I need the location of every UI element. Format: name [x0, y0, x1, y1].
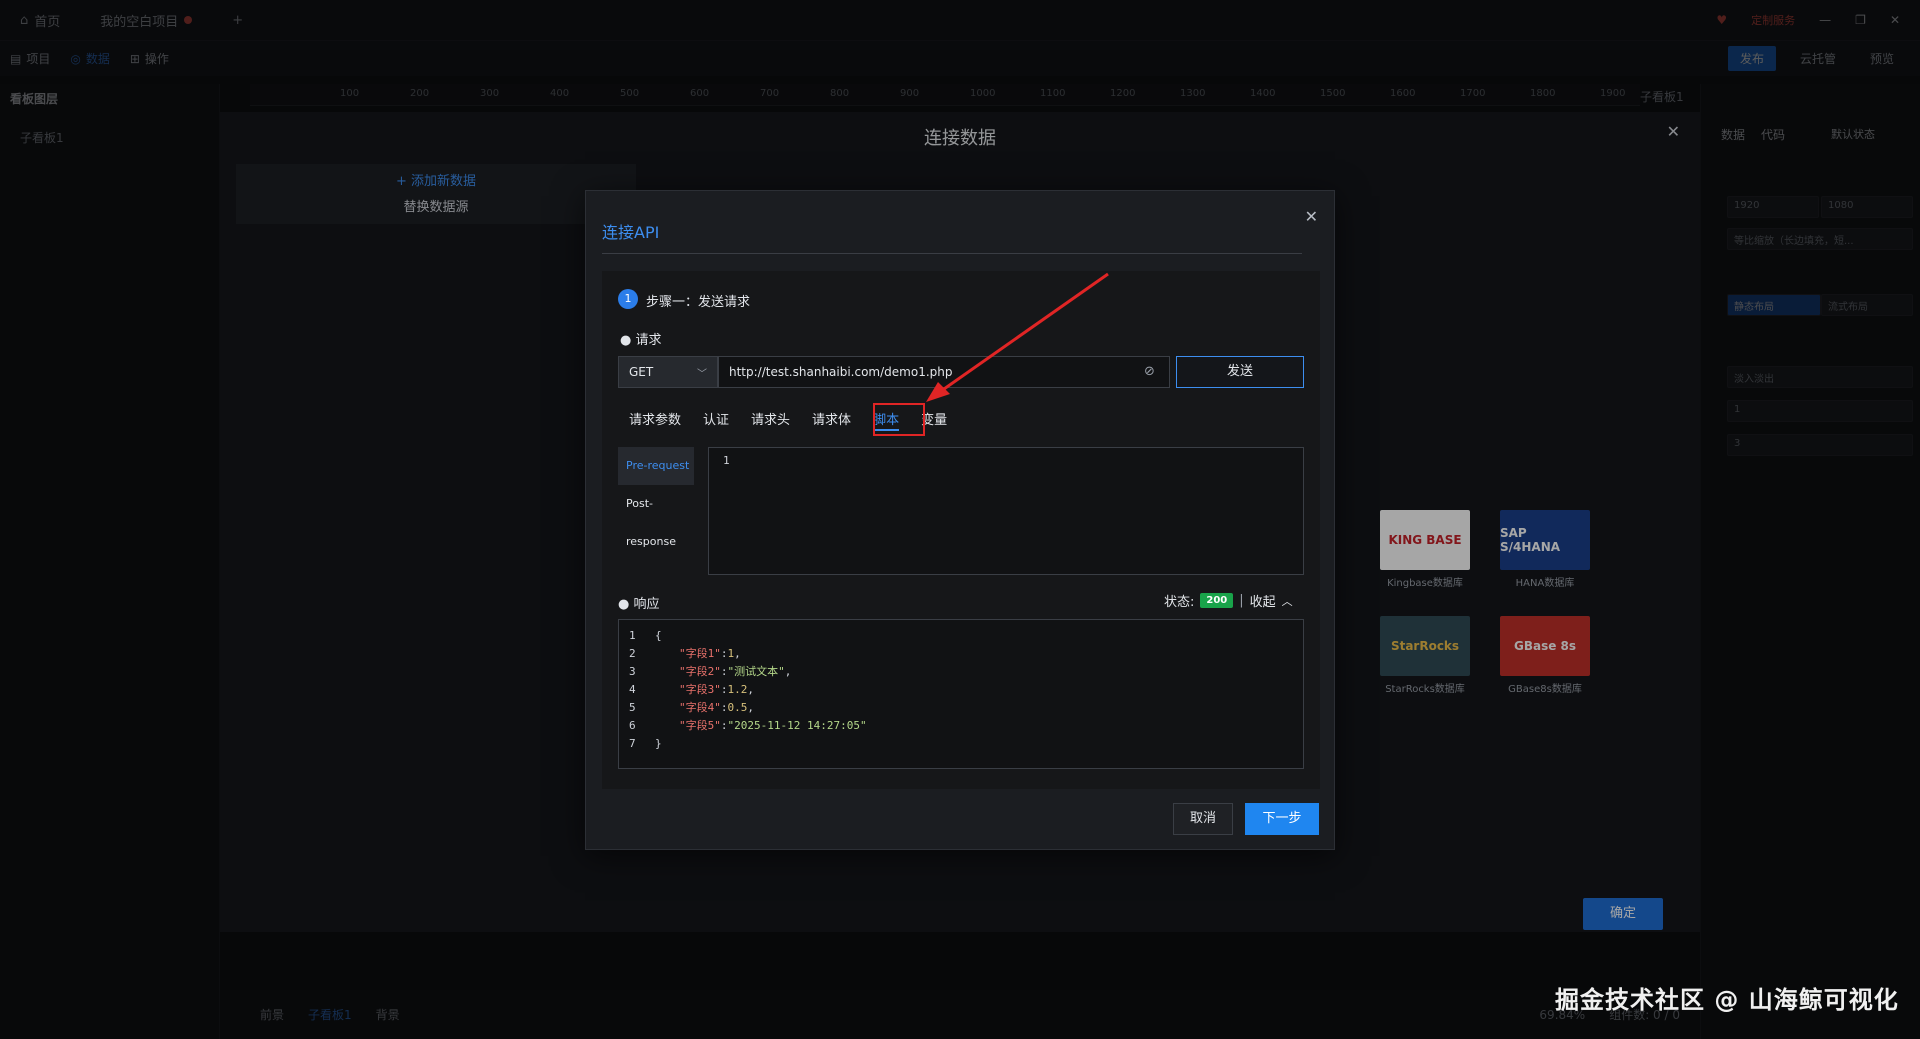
- request-tabs: 请求参数 认证 请求头 请求体 脚本 变量: [618, 403, 958, 433]
- tab-headers[interactable]: 请求头: [740, 403, 801, 433]
- connect-data-title: 连接数据: [924, 128, 996, 149]
- json-comma: ,: [734, 646, 741, 660]
- json-comma: ,: [747, 682, 754, 696]
- status-badge: 200: [1200, 593, 1234, 608]
- line-number: 3: [629, 664, 636, 678]
- kingbase-label: Kingbase数据库: [1387, 578, 1463, 589]
- json-value: 1.2: [727, 682, 748, 696]
- confirm-button[interactable]: 确定: [1583, 898, 1663, 930]
- replace-data-source-button[interactable]: 替换数据源: [236, 196, 636, 215]
- data-source-list: + 添加新数据 替换数据源: [236, 164, 636, 224]
- watermark: 掘金技术社区 @ 山海鲸可视化: [1555, 986, 1899, 1014]
- json-key: "字段5": [679, 719, 721, 732]
- response-viewer[interactable]: 1{2 "字段1": 1, 3 "字段2": "测试文本", 4 "字段3": 1.2, 5…: [618, 619, 1304, 769]
- chevron-down-icon: ﹀: [697, 368, 707, 380]
- json-colon: :: [720, 682, 728, 696]
- collapse-button[interactable]: 收起: [1250, 591, 1276, 610]
- send-button[interactable]: 发送: [1176, 356, 1304, 388]
- script-type-list: Pre-request Post-response: [618, 447, 694, 548]
- json-key: "字段3": [679, 683, 721, 696]
- starrocks-label: StarRocks数据库: [1385, 684, 1465, 695]
- tab-body[interactable]: 请求体: [801, 403, 862, 433]
- response-label: ● 响应: [618, 597, 660, 612]
- pre-request-item[interactable]: Pre-request: [618, 447, 694, 485]
- json-colon: :: [720, 700, 728, 714]
- chevron-up-icon[interactable]: ︿: [1282, 593, 1293, 609]
- code-line: 4 "字段3": 1.2,: [629, 680, 754, 698]
- line-number: 2: [629, 646, 636, 660]
- method-select[interactable]: GET ﹀: [618, 356, 718, 388]
- tab-variables[interactable]: 变量: [910, 403, 958, 433]
- json-value: "测试文本": [727, 665, 785, 678]
- code-line: 1{: [629, 626, 662, 644]
- close-icon[interactable]: ✕: [1667, 122, 1680, 141]
- json-key: "字段4": [679, 701, 721, 714]
- line-number: 7: [629, 736, 636, 750]
- code-line: 7}: [629, 734, 662, 752]
- json-comma: ,: [747, 700, 754, 714]
- add-new-data-button[interactable]: + 添加新数据: [236, 170, 636, 189]
- title-divider: [602, 253, 1302, 254]
- script-editor[interactable]: 1: [708, 447, 1304, 575]
- json-colon: :: [720, 646, 728, 660]
- response-status: 状态: 200 | 收起 ︿: [1164, 591, 1293, 610]
- next-step-button[interactable]: 下一步: [1245, 803, 1319, 835]
- code-line: 6 "字段5": "2025-11-12 14:27:05": [629, 716, 867, 734]
- json-value: 0.5: [727, 700, 748, 714]
- step-label: 步骤一：发送请求: [646, 295, 751, 310]
- request-label: ● 请求: [620, 333, 662, 348]
- post-response-item[interactable]: Post-response: [618, 485, 694, 548]
- starrocks-card[interactable]: StarRocks: [1380, 616, 1470, 676]
- tab-auth[interactable]: 认证: [692, 403, 740, 433]
- connect-api-modal: 连接API ✕ 1 步骤一：发送请求 ● 请求 GET ﹀ ⊘ 发送 请求参数 …: [585, 190, 1335, 850]
- json-colon: :: [720, 664, 728, 678]
- json-value: "2025-11-12 14:27:05": [727, 718, 867, 732]
- code-line: 3 "字段2": "测试文本",: [629, 662, 791, 680]
- json-key: "字段2": [679, 665, 721, 678]
- check-circle-icon[interactable]: ⊘: [1144, 364, 1155, 379]
- close-icon[interactable]: ✕: [1305, 207, 1318, 226]
- cancel-button[interactable]: 取消: [1173, 803, 1233, 835]
- hana-card[interactable]: SAP S/4HANA: [1500, 510, 1590, 570]
- line-number: 1: [723, 454, 730, 467]
- line-number: 1: [629, 628, 636, 642]
- tab-script[interactable]: 脚本: [862, 403, 910, 433]
- code-line: 5 "字段4": 0.5,: [629, 698, 754, 716]
- code-line: 2 "字段1": 1,: [629, 644, 741, 662]
- gbase-card[interactable]: GBase 8s: [1500, 616, 1590, 676]
- hana-label: HANA数据库: [1515, 578, 1575, 589]
- code-brace: {: [655, 628, 662, 642]
- json-comma: ,: [784, 664, 792, 678]
- line-number: 5: [629, 700, 636, 714]
- gbase-label: GBase8s数据库: [1508, 684, 1582, 695]
- line-number: 4: [629, 682, 636, 696]
- kingbase-card[interactable]: KING BASE: [1380, 510, 1470, 570]
- json-value: 1: [727, 646, 735, 660]
- json-colon: :: [720, 718, 728, 732]
- code-brace: }: [655, 736, 662, 750]
- line-number: 6: [629, 718, 636, 732]
- url-input[interactable]: [718, 356, 1170, 388]
- modal-title: 连接API: [602, 223, 660, 242]
- step-number-badge: 1: [618, 289, 638, 309]
- tab-params[interactable]: 请求参数: [618, 403, 692, 433]
- json-key: "字段1": [679, 647, 721, 660]
